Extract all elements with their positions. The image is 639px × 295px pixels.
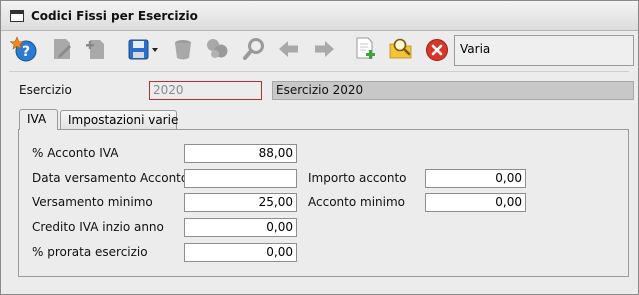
previous-button[interactable] <box>275 35 303 63</box>
prorata-field[interactable]: 0,00 <box>184 243 297 262</box>
next-button[interactable] <box>310 35 338 63</box>
tab-impostazioni-varie[interactable]: Impostazioni varie <box>60 110 179 129</box>
help-button[interactable]: ? <box>10 35 38 63</box>
copy-icon <box>207 39 228 58</box>
esercizio-field[interactable]: 2020 <box>149 81 262 100</box>
esercizio-label: Esercizio <box>19 83 72 97</box>
importo-acconto-field[interactable]: 0,00 <box>425 169 526 188</box>
edit-document-icon <box>54 39 71 59</box>
esercizio-description: Esercizio 2020 <box>272 81 634 100</box>
separator <box>9 71 629 72</box>
tab-iva-label: IVA <box>27 112 47 126</box>
arrow-right-icon <box>315 41 334 57</box>
search-button[interactable] <box>240 35 268 63</box>
esercizio-description-text: Esercizio 2020 <box>276 83 364 97</box>
acconto-iva-label: % Acconto IVA <box>32 146 119 160</box>
acconto-iva-field[interactable]: 88,00 <box>184 144 297 163</box>
versamento-minimo-field[interactable]: 25,00 <box>184 193 297 212</box>
close-button[interactable] <box>423 35 451 63</box>
edit-button[interactable] <box>48 35 76 63</box>
prorata-label: % prorata esercizio <box>32 245 148 259</box>
add-document-button[interactable] <box>351 35 379 63</box>
new-document-icon <box>86 40 104 59</box>
document-plus-icon <box>356 37 375 59</box>
delete-button[interactable] <box>169 35 197 63</box>
new-button[interactable] <box>83 35 111 63</box>
window-title: Codici Fissi per Esercizio <box>31 9 198 23</box>
folder-search-icon <box>389 38 412 59</box>
versamento-minimo-label: Versamento minimo <box>32 195 153 209</box>
mode-indicator: Varia <box>454 35 634 66</box>
window-icon <box>10 10 24 22</box>
mode-label: Varia <box>460 42 491 56</box>
find-user-button[interactable] <box>387 35 415 63</box>
importo-acconto-value: 0,00 <box>495 171 522 185</box>
data-versamento-field[interactable] <box>184 169 297 188</box>
esercizio-value: 2020 <box>153 83 184 97</box>
acconto-minimo-label: Acconto minimo <box>308 195 405 209</box>
svg-text:?: ? <box>22 44 30 60</box>
credito-iva-value: 0,00 <box>266 220 293 234</box>
help-star-icon: ? <box>10 36 37 62</box>
credito-iva-label: Credito IVA inzio anno <box>32 220 164 234</box>
close-icon <box>426 39 448 61</box>
title-bar[interactable]: Codici Fissi per Esercizio <box>1 1 638 31</box>
toolbar: ? Varia <box>1 32 638 68</box>
arrow-left-icon <box>279 41 298 57</box>
data-versamento-label: Data versamento Acconto <box>32 171 189 185</box>
trash-icon <box>175 40 191 60</box>
copy-button[interactable] <box>204 35 232 63</box>
versamento-minimo-value: 25,00 <box>258 195 293 209</box>
acconto-minimo-value: 0,00 <box>495 195 522 209</box>
acconto-iva-value: 88,00 <box>258 146 293 160</box>
importo-acconto-label: Importo acconto <box>308 171 407 185</box>
magnifier-icon <box>243 38 264 60</box>
credito-iva-field[interactable]: 0,00 <box>184 218 297 237</box>
acconto-minimo-field[interactable]: 0,00 <box>425 193 526 212</box>
tab-iva[interactable]: IVA <box>19 109 58 130</box>
floppy-disk-icon <box>128 39 158 60</box>
save-button[interactable] <box>125 35 161 63</box>
main-window: Codici Fissi per Esercizio ? Varia Eserc… <box>0 0 639 295</box>
prorata-value: 0,00 <box>266 245 293 259</box>
tab-impostazioni-varie-label: Impostazioni varie <box>68 113 179 127</box>
